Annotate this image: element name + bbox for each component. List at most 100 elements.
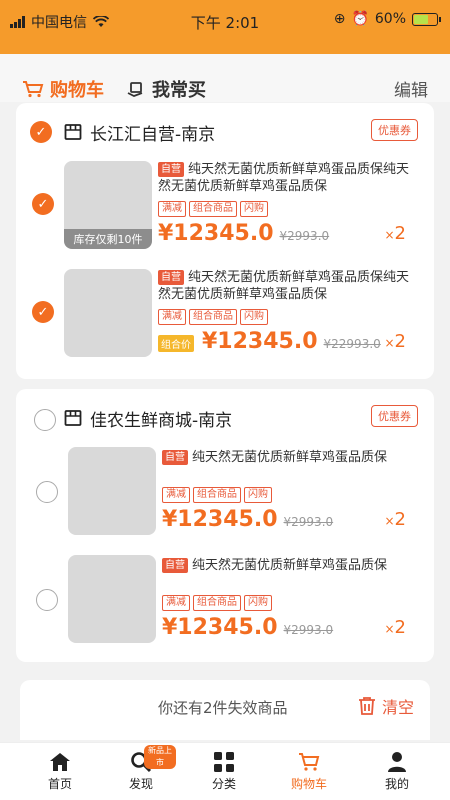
bottom-nav: 首页 新品上市 发现 分类 购物车 我的 <box>0 742 450 800</box>
edit-button[interactable]: 编辑 <box>394 76 428 101</box>
tab-often-buy[interactable]: 我常买 <box>126 76 206 102</box>
grid-icon <box>214 752 234 772</box>
shop-checkbox[interactable]: ✓ <box>30 121 52 143</box>
item-checkbox[interactable]: ✓ <box>32 193 54 215</box>
price: ¥12345.0 <box>158 221 274 246</box>
promo-tag: 组合商品 <box>189 309 237 325</box>
promo-tag: 满减 <box>158 201 186 217</box>
price-row: ¥12345.0 ¥2993.0 <box>158 221 329 246</box>
cart-item[interactable]: 自营 纯天然无菌优质新鲜草鸡蛋品质保 满减 组合商品 闪购 ¥12345.0 ¥2… <box>16 555 434 651</box>
quantity-multiplier: × <box>384 336 395 350</box>
cart-icon <box>299 753 320 771</box>
self-operated-badge: 自营 <box>162 558 188 573</box>
price-row: ¥12345.0 ¥2993.0 <box>162 615 333 640</box>
shop-card: 佳农生鲜商城-南京 优惠券 自营 纯天然无菌优质新鲜草鸡蛋品质保 满减 组合商品 … <box>16 389 434 662</box>
status-bar: 中国电信 下午 2:01 ⊕ ⏰ 60% <box>0 0 450 54</box>
promo-tags: 满减 组合商品 闪购 <box>158 309 268 325</box>
original-price: ¥2993.0 <box>283 515 334 529</box>
invalid-items-bar: 你还有2件失效商品 清空 <box>20 680 430 740</box>
item-checkbox[interactable] <box>36 589 58 611</box>
promo-tag: 组合商品 <box>189 201 237 217</box>
promo-tags: 满减 组合商品 闪购 <box>162 595 272 611</box>
quantity-value: 2 <box>394 509 406 530</box>
product-title[interactable]: 自营 纯天然无菌优质新鲜草鸡蛋品质保纯天然无菌优质新鲜草鸡蛋品质保 <box>158 269 416 303</box>
nav-discover[interactable]: 新品上市 发现 <box>106 745 176 792</box>
cart-icon <box>23 81 44 98</box>
nav-category-label: 分类 <box>211 777 236 791</box>
price: ¥12345.0 <box>202 329 318 354</box>
quantity-multiplier: × <box>384 228 395 242</box>
original-price: ¥2993.0 <box>279 229 330 243</box>
price: ¥12345.0 <box>162 615 278 640</box>
item-checkbox[interactable]: ✓ <box>32 301 54 323</box>
quantity[interactable]: ×2 <box>384 331 406 352</box>
nav-mine[interactable]: 我的 <box>362 749 432 792</box>
product-title[interactable]: 自营 纯天然无菌优质新鲜草鸡蛋品质保 <box>162 557 420 574</box>
original-price: ¥22993.0 <box>323 337 381 351</box>
nav-home[interactable]: 首页 <box>25 749 95 792</box>
product-image[interactable] <box>68 447 156 535</box>
promo-tag: 组合商品 <box>193 487 241 503</box>
tab-often-label: 我常买 <box>152 80 206 101</box>
quantity-value: 2 <box>394 223 406 244</box>
nav-mine-label: 我的 <box>384 777 409 791</box>
price: ¥12345.0 <box>162 507 278 532</box>
nav-cart[interactable]: 购物车 <box>274 749 344 792</box>
product-title-text: 纯天然无菌优质新鲜草鸡蛋品质保纯天然无菌优质新鲜草鸡蛋品质保 <box>158 270 410 302</box>
invalid-items-text: 你还有2件失效商品 <box>158 699 288 717</box>
item-checkbox[interactable] <box>36 481 58 503</box>
battery-icon <box>412 12 441 26</box>
promo-tag: 满减 <box>158 309 186 325</box>
status-right: ⊕ ⏰ 60% <box>333 11 441 27</box>
shop-header: ✓ 长江汇自营-南京 优惠券 <box>16 103 434 153</box>
promo-tag: 闪购 <box>244 595 272 611</box>
new-badge: 新品上市 <box>144 745 176 769</box>
promo-tags: 满减 组合商品 闪购 <box>158 201 268 217</box>
shop-header: 佳农生鲜商城-南京 优惠券 <box>16 389 434 439</box>
coupon-button[interactable]: 优惠券 <box>371 405 418 427</box>
rotation-lock-icon: ⊕ <box>333 11 346 27</box>
coupon-button[interactable]: 优惠券 <box>371 119 418 141</box>
quantity[interactable]: ×2 <box>384 223 406 244</box>
alarm-icon: ⏰ <box>351 11 369 27</box>
trash-icon <box>358 697 375 715</box>
quantity[interactable]: ×2 <box>384 509 406 530</box>
tab-cart-label: 购物车 <box>50 80 104 101</box>
quantity-value: 2 <box>394 331 406 352</box>
product-title[interactable]: 自营 纯天然无菌优质新鲜草鸡蛋品质保 <box>162 449 420 466</box>
quantity-multiplier: × <box>384 622 395 636</box>
clear-label: 清空 <box>381 698 414 717</box>
promo-tag: 满减 <box>162 595 190 611</box>
nav-home-label: 首页 <box>47 777 72 791</box>
self-operated-badge: 自营 <box>158 270 184 285</box>
product-title-text: 纯天然无菌优质新鲜草鸡蛋品质保纯天然无菌优质新鲜草鸡蛋品质保 <box>158 162 410 194</box>
tab-cart[interactable]: 购物车 <box>22 76 104 102</box>
cart-item[interactable]: 自营 纯天然无菌优质新鲜草鸡蛋品质保 满减 组合商品 闪购 ¥12345.0 ¥2… <box>16 447 434 543</box>
nav-cart-label: 购物车 <box>290 777 327 791</box>
shop-name[interactable]: 佳农生鲜商城-南京 <box>90 406 232 431</box>
quantity[interactable]: ×2 <box>384 617 406 638</box>
hand-bag-icon <box>127 82 143 97</box>
promo-tag: 组合商品 <box>193 595 241 611</box>
promo-tag: 闪购 <box>240 201 268 217</box>
battery-percent: 60% <box>374 11 406 27</box>
product-image[interactable] <box>64 269 152 357</box>
user-icon <box>388 752 406 772</box>
cart-tabs: 购物车 我常买 编辑 <box>0 54 450 102</box>
stock-tip: 库存仅剩10件 <box>64 229 152 249</box>
nav-category[interactable]: 分类 <box>189 749 259 792</box>
clear-invalid-button[interactable]: 清空 <box>358 694 414 718</box>
product-title[interactable]: 自营 纯天然无菌优质新鲜草鸡蛋品质保纯天然无菌优质新鲜草鸡蛋品质保 <box>158 161 416 195</box>
product-image[interactable]: 库存仅剩10件 <box>64 161 152 249</box>
store-icon <box>64 124 82 140</box>
price-row: 组合价 ¥12345.0 ¥22993.0 <box>158 329 381 354</box>
shop-name[interactable]: 长江汇自营-南京 <box>90 120 215 145</box>
promo-tag: 满减 <box>162 487 190 503</box>
promo-tags: 满减 组合商品 闪购 <box>162 487 272 503</box>
cart-item[interactable]: ✓ 自营 纯天然无菌优质新鲜草鸡蛋品质保纯天然无菌优质新鲜草鸡蛋品质保 满减 组合… <box>16 269 434 365</box>
product-title-text: 纯天然无菌优质新鲜草鸡蛋品质保 <box>192 450 388 465</box>
product-image[interactable] <box>68 555 156 643</box>
cart-item[interactable]: ✓ 库存仅剩10件 自营 纯天然无菌优质新鲜草鸡蛋品质保纯天然无菌优质新鲜草鸡蛋品… <box>16 161 434 257</box>
shop-checkbox[interactable] <box>34 409 56 431</box>
promo-tag: 闪购 <box>244 487 272 503</box>
